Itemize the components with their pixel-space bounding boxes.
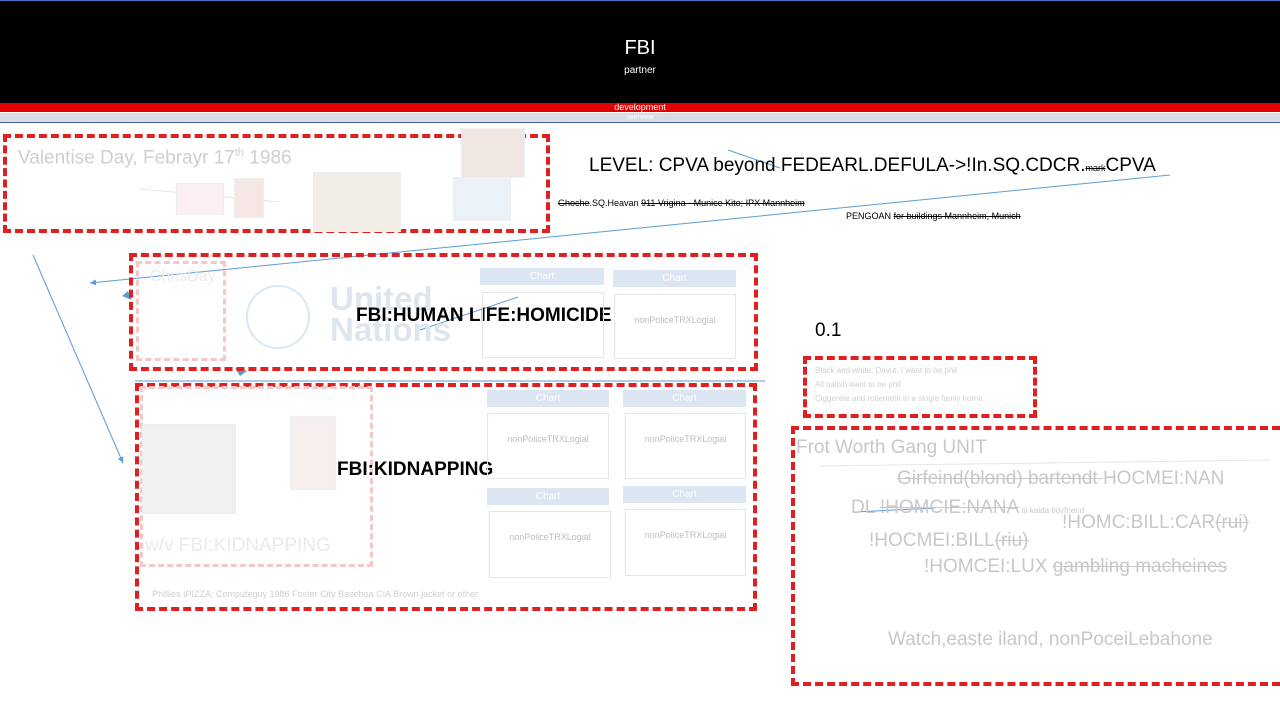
homicide-chart-2-header: Chart [613,270,736,287]
kidnap-chart-4: nonPoliceTRXLogial [625,509,746,576]
portrait-image [142,424,236,514]
figure-image [290,416,336,490]
homicide-ghost-label: ChrisDay [150,268,216,285]
kidnap-chart-1: nonPoliceTRXLogial [487,413,609,479]
kidnap-chart-3: nonPoliceTRXLogial [489,511,611,578]
arrow-down [32,254,124,464]
gang-line-5: !HOMCEI:LUX gambling macheines [924,556,1228,577]
card-image [234,178,264,218]
hearts-image [176,183,224,215]
kidnap-chart-4-header: Chart [623,486,746,503]
kidnap-chart-1-header: Chart [487,390,609,407]
value-label: 0.1 [815,320,842,341]
kidnap-chart-2-header: Chart [623,390,746,407]
kidnap-chart-2: nonPoliceTRXLogial [625,413,746,479]
gang-line-2: DL !HOMCIE:NANA al kaida boyfriend [851,497,1085,518]
homicide-chart-1 [482,292,604,358]
kidnapping-ghost-label: w/v FBI:KIDNAPPING [145,535,331,556]
homicide-chart-1-header: Chart [480,268,604,285]
note-lines: Black and white; Davut, I want to be phi… [815,366,983,403]
valentine-title: Valentise Day, Febrayr 17th 1986 [18,147,292,169]
gang-line-6: Watch,easte iland, nonPoceiLebahone [888,629,1213,650]
poster-image [453,177,511,221]
sub-line-1: Ghoche.SQ.Heavan 911 Vrigina - Munice Ki… [558,198,805,208]
gang-line-1: Girfeind(blond) bartendt HOCMEI:NAN [897,468,1225,489]
kidnap-chart-3-header: Chart [487,488,609,505]
level-line: LEVEL: CPVA beyond FEDEARL.DEFULA->!In.S… [589,155,1156,176]
un-emblem-icon [246,285,310,349]
photo-image [461,128,525,178]
gang-line-4: !HOCMEI:BILL(riu) [869,530,1029,551]
kidnapping-footer: Phillies IPIZZA: Computeguy 1986 Foster … [152,589,479,599]
stamps-image [313,172,401,232]
gang-line-3: !HOMC:BILL:CAR(rui) [1062,512,1249,533]
gang-title: Frot Worth Gang UNIT [796,437,987,458]
sub-line-2: PENGOAN for buildings Mannheim, Munich [846,211,1021,221]
kidnapping-label: FBI:KIDNAPPING [337,459,494,480]
homicide-chart-2: nonPoliceTRXLogial [614,294,736,359]
